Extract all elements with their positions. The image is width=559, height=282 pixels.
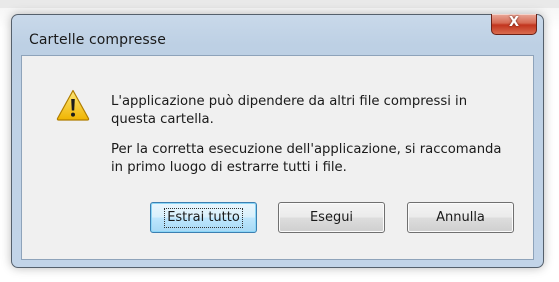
message-text-1: L'applicazione può dipendere da altri fi… xyxy=(111,94,468,127)
dialog-window: Cartelle compresse X L'applicazione può … xyxy=(11,14,544,268)
cancel-label: Annulla xyxy=(436,210,485,225)
run-label: Esegui xyxy=(309,210,354,225)
cancel-button[interactable]: Annulla xyxy=(407,202,514,233)
extract-all-button[interactable]: Estrai tutto xyxy=(150,202,257,233)
extract-all-label: Estrai tutto xyxy=(164,208,243,228)
close-button[interactable]: X xyxy=(491,14,537,35)
close-icon: X xyxy=(508,15,520,30)
title-bar[interactable]: Cartelle compresse X xyxy=(12,14,543,57)
dialog-message: L'applicazione può dipendere da altri fi… xyxy=(111,93,511,177)
message-text-2: Per la corretta esecuzione dell'applicaz… xyxy=(111,142,502,175)
run-button[interactable]: Esegui xyxy=(278,202,385,233)
dialog-title: Cartelle compresse xyxy=(29,32,166,48)
dialog-content: L'applicazione può dipendere da altri fi… xyxy=(21,55,534,260)
backdrop-strip xyxy=(0,0,559,8)
warning-icon xyxy=(56,89,90,121)
